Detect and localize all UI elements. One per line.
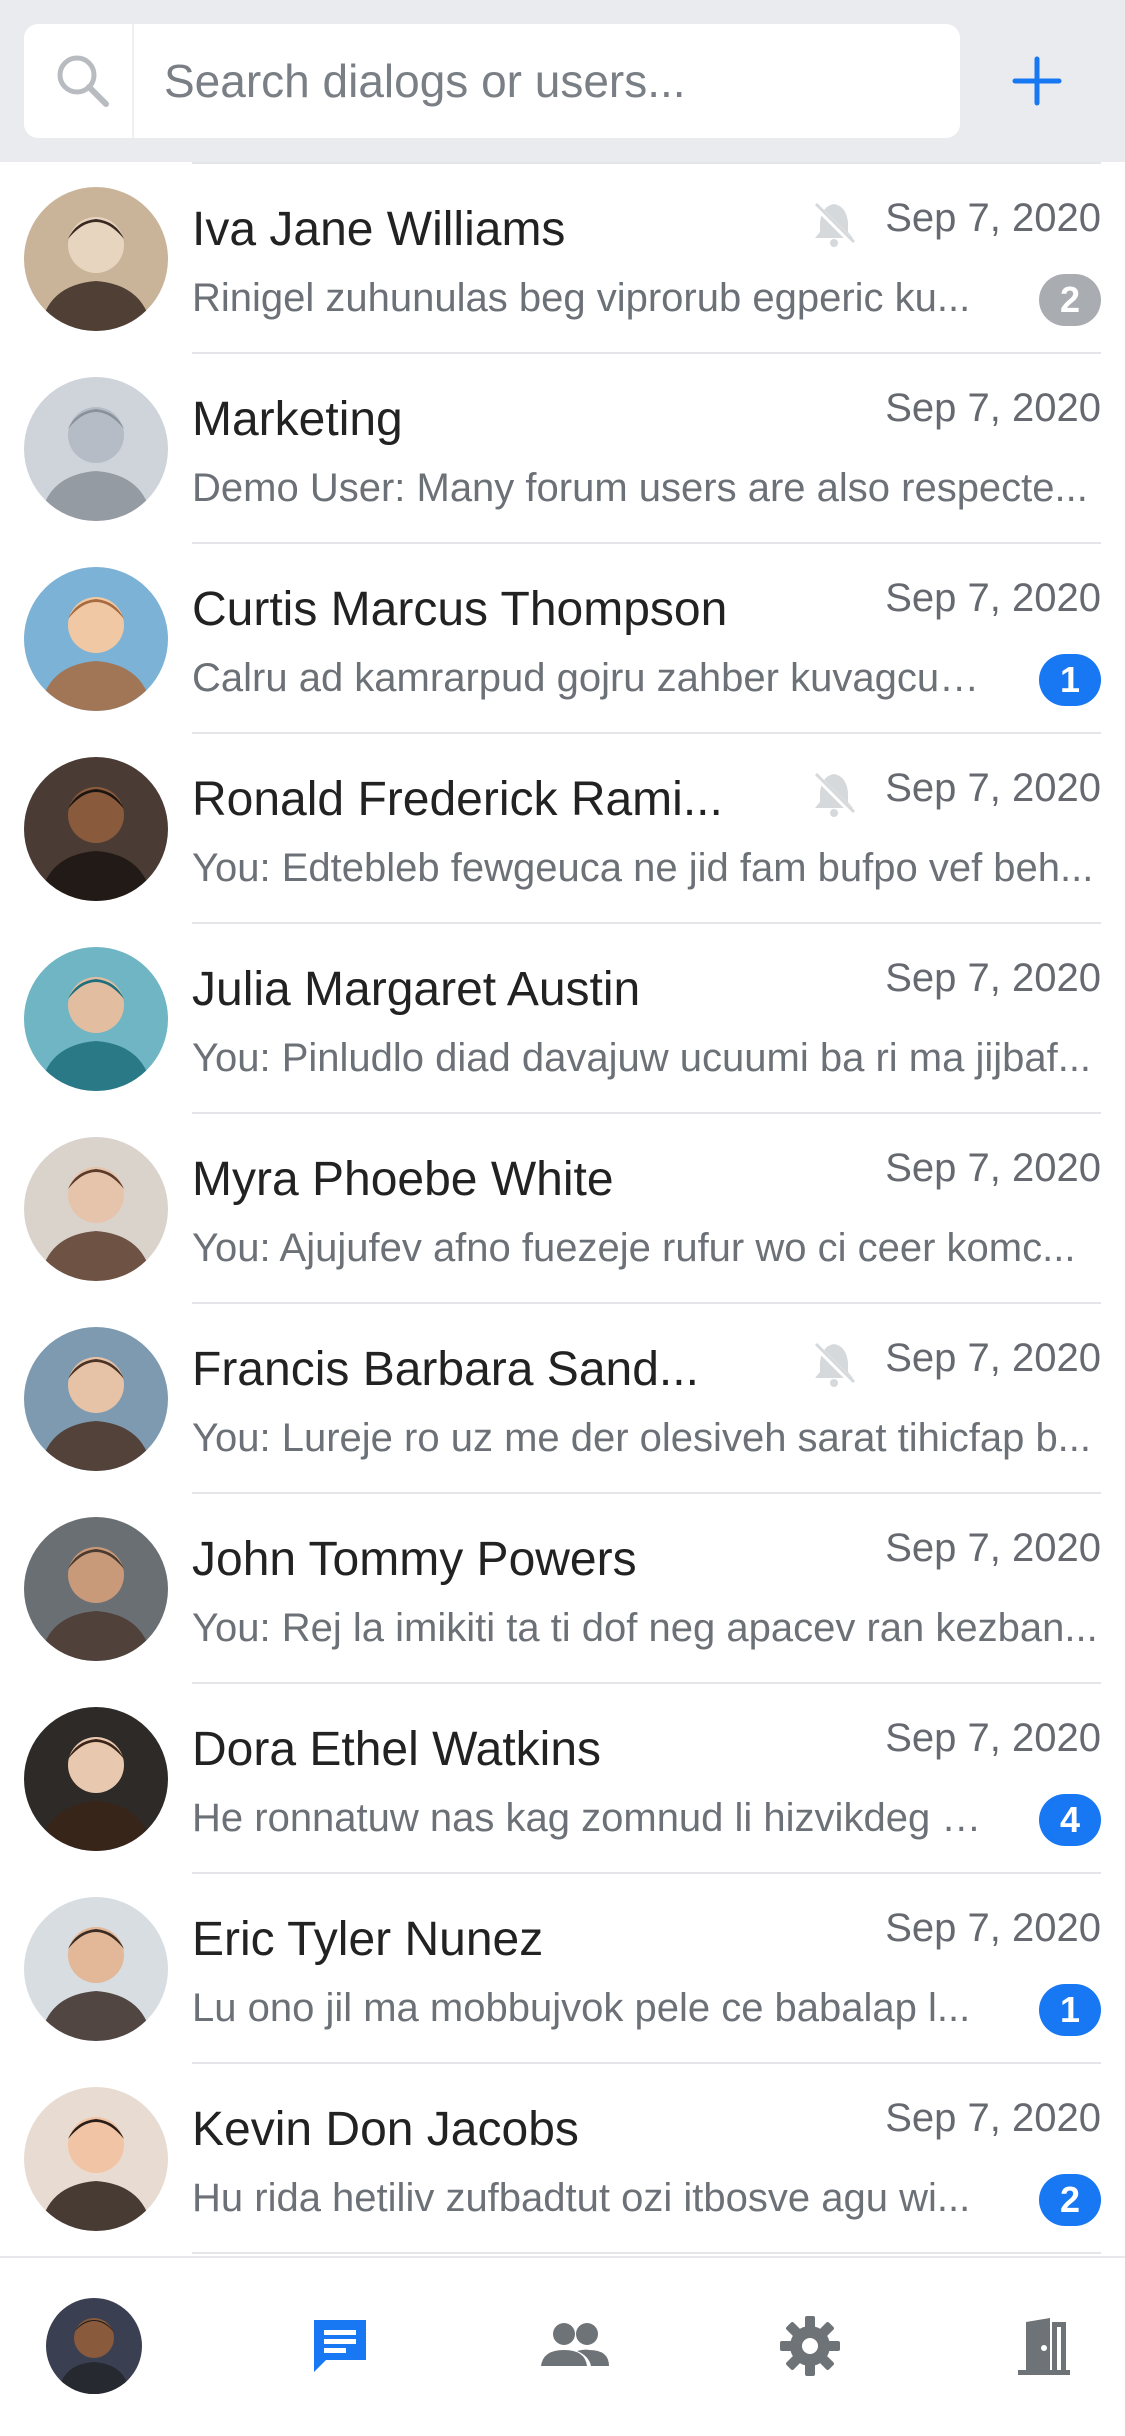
- unread-badge: 2: [1039, 274, 1101, 326]
- dialog-list[interactable]: Iva Jane Williams Sep 7, 2020 Rinigel zu…: [0, 162, 1125, 2256]
- search-box[interactable]: [24, 24, 960, 138]
- plus-icon: [1012, 56, 1062, 106]
- avatar: [24, 947, 168, 1091]
- dialog-preview: You: Lureje ro uz me der olesiveh sarat …: [192, 1416, 1092, 1460]
- new-dialog-button[interactable]: [992, 36, 1082, 126]
- profile-avatar: [46, 2298, 142, 2394]
- dialog-row[interactable]: Iva Jane Williams Sep 7, 2020 Rinigel zu…: [0, 164, 1125, 354]
- dialog-date: Sep 7, 2020: [885, 196, 1101, 240]
- avatar: [24, 2087, 168, 2231]
- dialog-row[interactable]: Myra Phoebe White Sep 7, 2020 You: Ajuju…: [0, 1114, 1125, 1304]
- dialog-date: Sep 7, 2020: [885, 386, 1101, 430]
- contacts-nav-button[interactable]: [515, 2286, 635, 2406]
- contacts-icon: [541, 2323, 609, 2366]
- dialog-date: Sep 7, 2020: [885, 766, 1101, 810]
- dialog-row[interactable]: Francis Barbara Sand... Sep 7, 2020 You:…: [0, 1304, 1125, 1494]
- dialog-preview: Hu rida hetiliv zufbadtut ozi itbosve ag…: [192, 2176, 971, 2220]
- muted-bell-icon: [808, 198, 860, 250]
- header-bar: [0, 0, 1125, 162]
- avatar: [24, 1897, 168, 2041]
- bottom-nav: [0, 2256, 1125, 2436]
- dialog-date: Sep 7, 2020: [885, 1716, 1101, 1760]
- dialog-date: Sep 7, 2020: [885, 956, 1101, 1000]
- avatar: [24, 187, 168, 331]
- settings-nav-button[interactable]: [750, 2286, 870, 2406]
- search-input[interactable]: [164, 40, 924, 122]
- dialog-date: Sep 7, 2020: [885, 2096, 1101, 2140]
- dialog-name: Francis Barbara Sand...: [192, 1343, 699, 1396]
- avatar: [24, 377, 168, 521]
- dialog-date: Sep 7, 2020: [885, 1526, 1101, 1570]
- dialog-name: Julia Margaret Austin: [192, 963, 641, 1016]
- logout-door-icon: [1018, 2318, 1070, 2375]
- dialog-row[interactable]: Eric Tyler Nunez Sep 7, 2020 Lu ono jil …: [0, 1874, 1125, 2064]
- unread-badge: 1: [1039, 654, 1101, 706]
- logout-nav-button[interactable]: [984, 2286, 1104, 2406]
- dialog-name: Marketing: [192, 393, 403, 446]
- avatar: [24, 567, 168, 711]
- dialog-preview: He ronnatuw nas kag zomnud li hizvikdeg …: [192, 1796, 982, 1840]
- dialog-name: John Tommy Powers: [192, 1533, 637, 1586]
- dialog-name: Iva Jane Williams: [192, 203, 566, 256]
- search-divider: [132, 24, 134, 138]
- dialog-row[interactable]: Curtis Marcus Thompson Sep 7, 2020 Calru…: [0, 544, 1125, 734]
- search-icon: [52, 50, 114, 112]
- unread-badge: 2: [1039, 2174, 1101, 2226]
- dialog-name: Eric Tyler Nunez: [192, 1913, 544, 1966]
- dialog-row[interactable]: Ronald Frederick Rami... Sep 7, 2020 You…: [0, 734, 1125, 924]
- chats-nav-button[interactable]: [280, 2286, 400, 2406]
- divider: [192, 2252, 1101, 2254]
- dialog-name: Ronald Frederick Rami...: [192, 773, 723, 826]
- dialog-name: Dora Ethel Watkins: [192, 1723, 602, 1776]
- dialog-preview: Lu ono jil ma mobbujvok pele ce babalap …: [192, 1986, 971, 2030]
- avatar: [24, 757, 168, 901]
- unread-badge: 4: [1039, 1794, 1101, 1846]
- dialog-preview: You: Ajujufev afno fuezeje rufur wo ci c…: [192, 1226, 1076, 1270]
- dialog-preview: You: Edtebleb fewgeuca ne jid fam bufpo …: [192, 846, 1094, 890]
- muted-bell-icon: [808, 768, 860, 820]
- dialog-row[interactable]: Dora Ethel Watkins Sep 7, 2020 He ronnat…: [0, 1684, 1125, 1874]
- profile-nav-button[interactable]: [34, 2286, 154, 2406]
- avatar: [24, 1327, 168, 1471]
- dialog-preview: You: Pinludlo diad davajuw ucuumi ba ri …: [192, 1036, 1092, 1080]
- dialog-name: Curtis Marcus Thompson: [192, 583, 728, 636]
- unread-badge: 1: [1039, 1984, 1101, 2036]
- dialog-date: Sep 7, 2020: [885, 1146, 1101, 1190]
- muted-bell-icon: [808, 1338, 860, 1390]
- dialog-preview: Rinigel zuhunulas beg viprorub egperic k…: [192, 276, 971, 320]
- dialog-row[interactable]: Marketing Sep 7, 2020 Demo User: Many fo…: [0, 354, 1125, 544]
- dialog-name: Myra Phoebe White: [192, 1153, 614, 1206]
- dialog-preview: Calru ad kamrarpud gojru zahber kuvagcu …: [192, 656, 982, 700]
- dialog-name: Kevin Don Jacobs: [192, 2103, 579, 2156]
- avatar: [24, 1517, 168, 1661]
- dialog-date: Sep 7, 2020: [885, 1906, 1101, 1950]
- chat-icon: [314, 2320, 366, 2372]
- dialog-row[interactable]: Kevin Don Jacobs Sep 7, 2020 Hu rida het…: [0, 2064, 1125, 2254]
- dialog-date: Sep 7, 2020: [885, 1336, 1101, 1380]
- dialog-row[interactable]: Julia Margaret Austin Sep 7, 2020 You: P…: [0, 924, 1125, 1114]
- avatar: [24, 1137, 168, 1281]
- dialog-row[interactable]: John Tommy Powers Sep 7, 2020 You: Rej l…: [0, 1494, 1125, 1684]
- dialog-preview: You: Rej la imikiti ta ti dof neg apacev…: [192, 1606, 1098, 1650]
- avatar: [24, 1707, 168, 1851]
- dialog-date: Sep 7, 2020: [885, 576, 1101, 620]
- dialog-preview: Demo User: Many forum users are also res…: [192, 466, 1088, 510]
- settings-icon: [780, 2316, 840, 2376]
